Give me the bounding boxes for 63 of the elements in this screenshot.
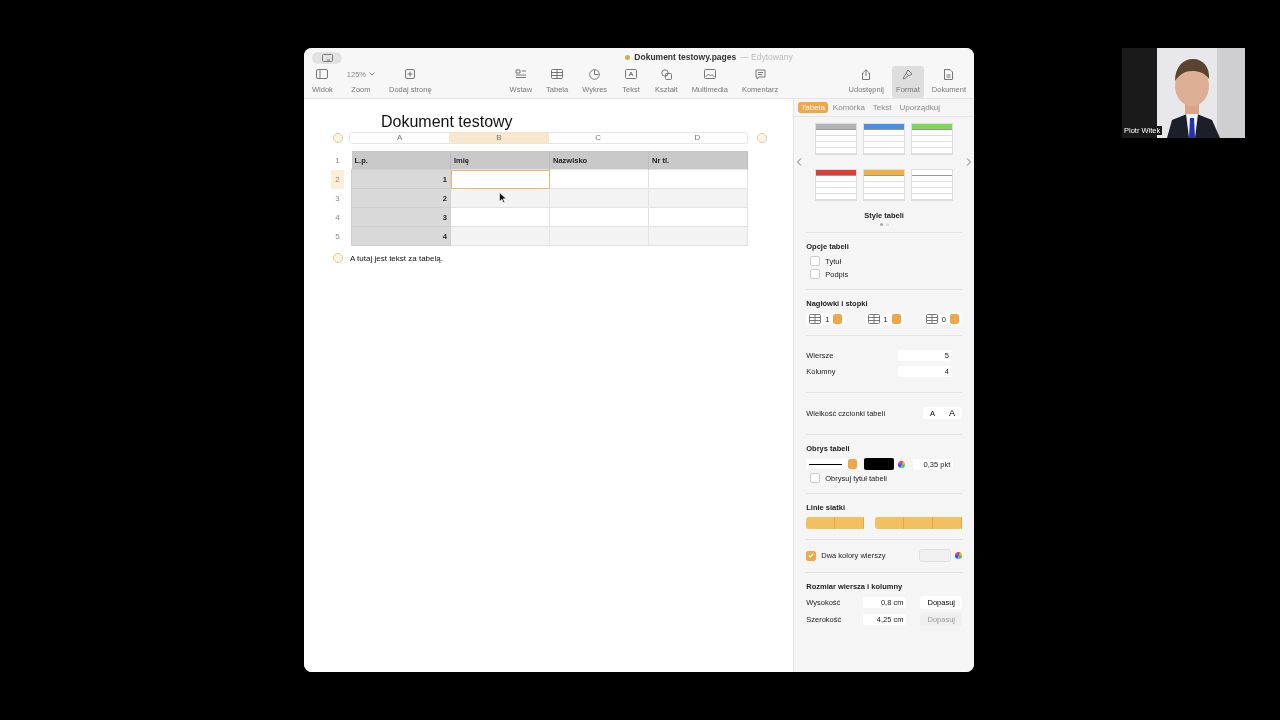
paragraph: A tutaj jest tekst za tabelą. <box>350 253 443 263</box>
chevron-right-icon <box>966 158 972 166</box>
share-icon <box>861 68 872 80</box>
checkbox[interactable] <box>806 550 817 561</box>
inspector-tab[interactable]: Uporządkuj <box>896 102 943 113</box>
row-number[interactable]: 4 <box>331 208 344 227</box>
table-icon <box>551 69 564 79</box>
stepper-arrows[interactable] <box>833 314 843 324</box>
image-icon <box>703 69 716 79</box>
edited-status: — Edytowany <box>740 52 793 62</box>
table-style-thumbnail[interactable] <box>815 169 858 201</box>
color-wheel-icon[interactable] <box>898 460 906 468</box>
chevron-left-icon <box>796 158 803 166</box>
color-swatch[interactable] <box>864 458 895 470</box>
sidebar-toggle[interactable] <box>312 52 342 64</box>
chevron-icon <box>369 72 376 76</box>
chart-icon <box>589 68 601 80</box>
window-title: Dokument testowy.pages <box>634 52 737 62</box>
color-wheel-icon[interactable] <box>955 552 962 559</box>
row-number[interactable]: 3 <box>331 189 344 208</box>
column-letter[interactable]: C <box>548 133 648 143</box>
column-letter[interactable]: D <box>647 133 747 143</box>
table-style-thumbnail[interactable] <box>863 123 906 155</box>
column-letter[interactable]: B <box>449 133 549 143</box>
inspector-tab[interactable]: Komórka <box>829 102 868 113</box>
checkbox[interactable] <box>810 269 821 279</box>
checkbox[interactable] <box>810 473 821 483</box>
brush-icon <box>902 68 914 80</box>
stepper-arrows[interactable] <box>950 314 959 324</box>
line-style-picker[interactable] <box>806 459 861 469</box>
table-icon <box>867 314 880 324</box>
shape-icon <box>660 68 672 80</box>
table-resize-handle[interactable] <box>757 133 767 143</box>
document-icon <box>625 54 631 60</box>
paragraph-handle[interactable] <box>333 253 343 263</box>
table-icon <box>809 314 822 324</box>
inspector-tab[interactable]: Tekst <box>869 102 895 113</box>
gridline-buttons[interactable] <box>875 517 962 529</box>
selected-cell[interactable] <box>450 169 550 189</box>
table-style-thumbnail[interactable] <box>863 169 906 201</box>
gridline-buttons[interactable] <box>806 517 865 529</box>
document-icon <box>944 68 954 80</box>
mouse-cursor-icon <box>499 192 507 203</box>
add-page-icon <box>405 69 416 79</box>
table-style-thumbnail[interactable] <box>815 123 858 155</box>
insert-icon <box>514 69 527 79</box>
column-letter[interactable]: A <box>350 133 450 143</box>
check-icon <box>808 553 815 558</box>
stepper-arrows[interactable] <box>891 314 901 324</box>
checkbox[interactable] <box>810 256 821 266</box>
row-number[interactable]: 2 <box>331 170 344 189</box>
comment-icon <box>754 68 766 80</box>
table-style-thumbnail[interactable] <box>911 123 954 155</box>
table-handle[interactable] <box>333 133 343 143</box>
window-icon <box>321 54 333 62</box>
font-size-button[interactable]: A <box>942 407 962 419</box>
table-icon <box>925 314 938 324</box>
row-number[interactable]: 5 <box>331 227 344 246</box>
sidebar-icon <box>316 69 329 79</box>
table-style-thumbnail[interactable] <box>911 169 954 201</box>
document-heading: Dokument testowy <box>380 112 514 130</box>
text-box-icon <box>625 69 638 79</box>
row-number[interactable]: 1 <box>331 151 344 170</box>
